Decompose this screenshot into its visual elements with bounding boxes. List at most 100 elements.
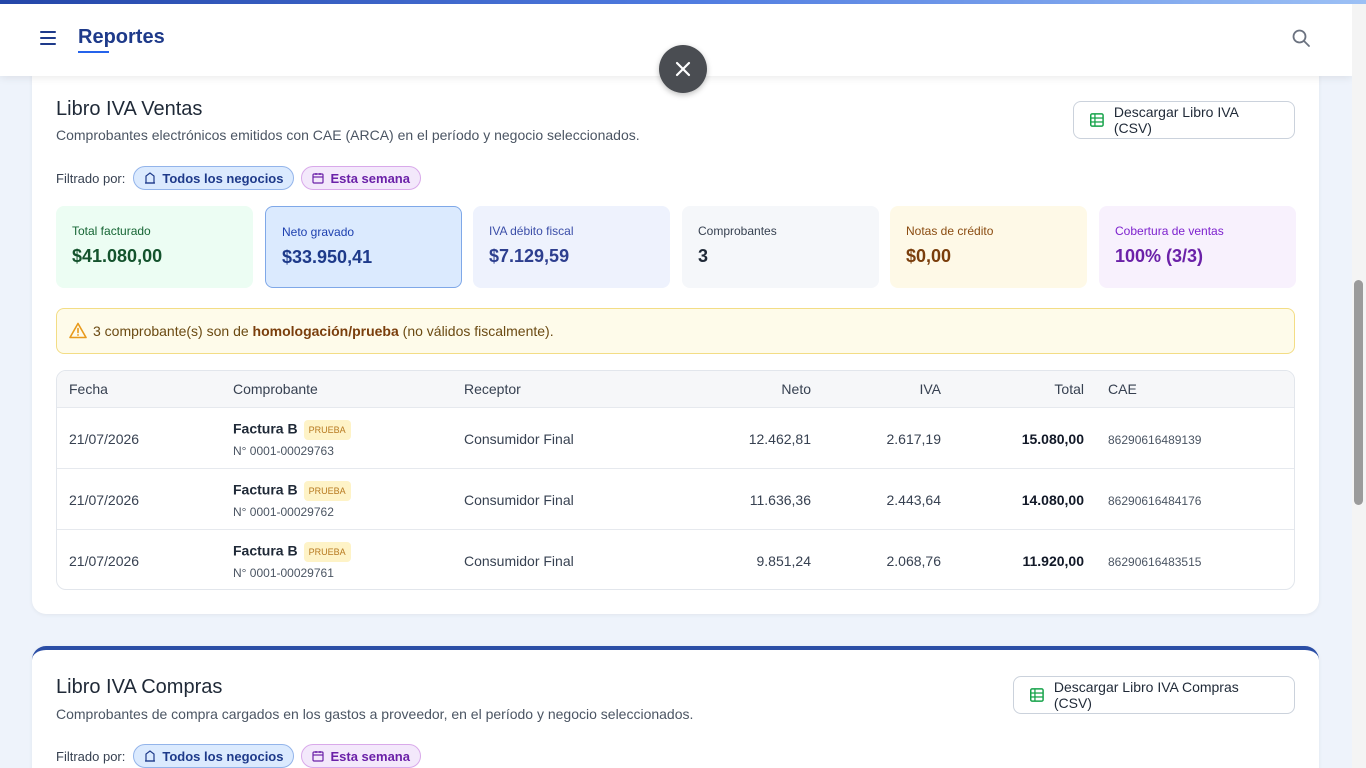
ventas-filter-row: Filtrado por: Todos los negocios Esta se… (56, 166, 428, 190)
download-ventas-csv-button[interactable]: Descargar Libro IVA (CSV) (1073, 101, 1295, 139)
scrollbar-thumb[interactable] (1354, 280, 1363, 505)
table-row[interactable]: 21/07/2026 Factura B PRUEBA N° 0001-00029… (57, 468, 1294, 529)
cell-neto: 12.462,81 (748, 431, 811, 447)
col-iva[interactable]: IVA (841, 381, 941, 397)
page-title: Reportes (78, 26, 165, 48)
stat-label: IVA débito fiscal (489, 224, 574, 238)
cell-cae: 86290616489139 (1108, 433, 1202, 447)
cell-invoice-number: N° 0001-00029761 (233, 566, 334, 580)
cell-cae: 86290616483515 (1108, 555, 1202, 569)
cell-receptor: Consumidor Final (464, 553, 574, 569)
col-cae[interactable]: CAE (1108, 381, 1137, 397)
compras-title: Libro IVA Compras (56, 676, 223, 698)
menu-icon[interactable] (40, 31, 56, 47)
close-button[interactable] (659, 45, 707, 93)
cell-iva: 2.617,19 (886, 431, 942, 447)
stat-label: Notas de crédito (906, 224, 994, 238)
invoice-type: Factura B (233, 542, 298, 559)
download-ventas-label: Descargar Libro IVA (CSV) (1113, 104, 1239, 136)
page-title-underline (78, 51, 109, 53)
cell-fecha: 21/07/2026 (69, 431, 140, 447)
stat-comprobantes: Comprobantes 3 (682, 206, 879, 288)
warning-bold-text: homologación/prueba (252, 323, 399, 339)
cell-receptor: Consumidor Final (464, 492, 574, 508)
cell-comprobante: Factura B PRUEBA (233, 481, 351, 501)
chip-esta-semana[interactable]: Esta semana (301, 744, 421, 768)
cell-total: 11.920,00 (1022, 553, 1084, 569)
search-icon[interactable] (1291, 28, 1311, 48)
prueba-badge: PRUEBA (303, 542, 351, 562)
ventas-subtitle: Comprobantes electrónicos emitidos con C… (56, 127, 640, 143)
stat-label: Total facturado (72, 224, 151, 238)
stat-value: 3 (698, 246, 709, 266)
table-row[interactable]: 21/07/2026 Factura B PRUEBA N° 0001-00029… (57, 407, 1294, 468)
libro-iva-compras-card: Libro IVA Compras Comprobantes de compra… (32, 646, 1319, 768)
homologacion-warning: 3 comprobante(s) son de homologación/pru… (56, 308, 1295, 354)
cell-comprobante: Factura B PRUEBA (233, 542, 351, 562)
col-comprobante[interactable]: Comprobante (233, 381, 318, 397)
stat-label: Cobertura de ventas (1115, 224, 1224, 238)
chip-todos-negocios[interactable]: Todos los negocios (133, 744, 295, 768)
chip-label: Esta semana (330, 170, 410, 186)
cell-fecha: 21/07/2026 (69, 492, 140, 508)
cell-total: 14.080,00 (1021, 492, 1084, 508)
cell-fecha: 21/07/2026 (69, 553, 140, 569)
building-icon (145, 172, 156, 184)
cell-neto: 11.636,36 (749, 492, 811, 508)
chip-todos-negocios[interactable]: Todos los negocios (133, 166, 295, 190)
spreadsheet-icon (1090, 113, 1104, 127)
warning-tail-text: (no válidos fiscalmente). (398, 323, 554, 339)
ventas-table: Fecha Comprobante Receptor Neto IVA Tota… (56, 370, 1295, 590)
warning-icon (69, 322, 87, 339)
stat-label: Comprobantes (698, 224, 777, 238)
cell-iva: 2.068,76 (886, 553, 942, 569)
download-compras-label: Descargar Libro IVA Compras (CSV) (1053, 679, 1239, 711)
col-fecha[interactable]: Fecha (69, 381, 108, 397)
calendar-icon (312, 173, 325, 184)
stat-iva-debito-fiscal: IVA débito fiscal $7.129,59 (473, 206, 670, 288)
cell-invoice-number: N° 0001-00029763 (233, 444, 334, 458)
invoice-type: Factura B (233, 420, 298, 437)
col-neto[interactable]: Neto (711, 381, 811, 397)
cell-comprobante: Factura B PRUEBA (233, 420, 351, 440)
compras-subtitle: Comprobantes de compra cargados en los g… (56, 706, 694, 722)
col-total[interactable]: Total (984, 381, 1084, 397)
cell-neto: 9.851,24 (756, 553, 812, 569)
stat-total-facturado: Total facturado $41.080,00 (56, 206, 253, 288)
col-receptor[interactable]: Receptor (464, 381, 521, 397)
stat-neto-gravado[interactable]: Neto gravado $33.950,41 (265, 206, 462, 288)
prueba-badge: PRUEBA (303, 481, 351, 501)
stat-value: $0,00 (906, 246, 952, 266)
building-icon (145, 750, 156, 762)
cell-iva: 2.443,64 (886, 492, 942, 508)
stat-value: $41.080,00 (72, 246, 163, 266)
cell-invoice-number: N° 0001-00029762 (233, 505, 334, 519)
chip-label: Todos los negocios (162, 748, 284, 764)
stat-label: Neto gravado (282, 225, 355, 239)
table-header: Fecha Comprobante Receptor Neto IVA Tota… (57, 371, 1294, 407)
chip-label: Esta semana (330, 748, 410, 764)
table-row[interactable]: 21/07/2026 Factura B PRUEBA N° 0001-00029… (57, 529, 1294, 589)
stat-value: 100% (3/3) (1115, 246, 1204, 266)
stat-notas-de-credito: Notas de crédito $0,00 (890, 206, 1087, 288)
stat-value: $33.950,41 (282, 247, 373, 267)
cell-total: 15.080,00 (1021, 431, 1084, 447)
cell-cae: 86290616484176 (1108, 494, 1202, 508)
libro-iva-ventas-card: Libro IVA Ventas Comprobantes electrónic… (32, 60, 1319, 614)
stat-value: $7.129,59 (489, 246, 570, 266)
invoice-type: Factura B (233, 481, 298, 498)
warning-text: 3 comprobante(s) son de (93, 323, 253, 339)
download-compras-csv-button[interactable]: Descargar Libro IVA Compras (CSV) (1013, 676, 1295, 714)
stat-cobertura-de-ventas: Cobertura de ventas 100% (3/3) (1099, 206, 1296, 288)
cell-receptor: Consumidor Final (464, 431, 574, 447)
chip-esta-semana[interactable]: Esta semana (301, 166, 421, 190)
compras-filter-row: Filtrado por: Todos los negocios Esta se… (56, 744, 428, 768)
prueba-badge: PRUEBA (303, 420, 351, 440)
spreadsheet-icon (1030, 688, 1044, 702)
filter-label: Filtrado por: (56, 170, 126, 186)
filter-label: Filtrado por: (56, 748, 126, 764)
close-icon (675, 61, 691, 77)
calendar-icon (312, 751, 325, 762)
chip-label: Todos los negocios (162, 170, 284, 186)
ventas-title: Libro IVA Ventas (56, 98, 203, 120)
